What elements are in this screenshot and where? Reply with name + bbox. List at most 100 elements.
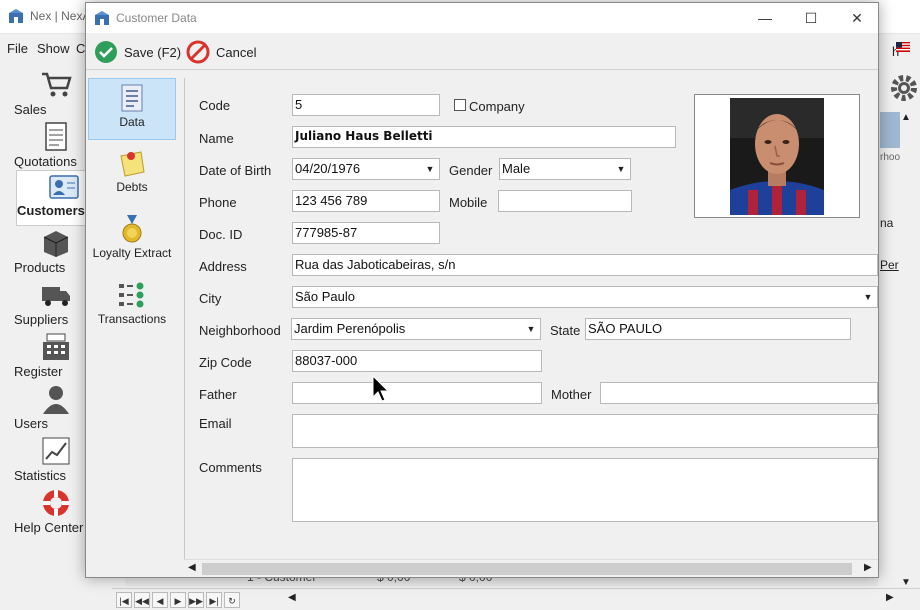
customer-data-dialog: Customer Data — ☐ ✕ Save (F2) Cancel Dat… — [85, 2, 879, 578]
nav-item-data[interactable]: Data — [88, 78, 176, 140]
customer-portrait — [730, 98, 824, 215]
name-label: Name — [199, 131, 234, 146]
cash-register-icon — [43, 333, 69, 360]
customer-card-icon — [49, 175, 79, 199]
lifebuoy-icon — [43, 490, 69, 516]
mother-field[interactable] — [600, 382, 878, 404]
mobile-field[interactable] — [498, 190, 632, 212]
nav-label: Debts — [116, 180, 148, 194]
scroll-right-arrow[interactable]: ▶ — [886, 592, 894, 603]
scroll-down-arrow[interactable]: ▼ — [901, 577, 911, 588]
mother-label: Mother — [551, 387, 592, 402]
gender-label: Gender — [449, 163, 493, 178]
last-record-button[interactable]: ▶| — [206, 592, 222, 608]
customer-photo[interactable] — [694, 94, 860, 218]
next-page-button[interactable]: ▶▶ — [188, 592, 204, 608]
sidebar-label: Register — [14, 364, 63, 379]
chevron-down-icon[interactable]: ▼ — [423, 161, 437, 177]
city-label: City — [199, 291, 222, 306]
father-label: Father — [199, 387, 237, 402]
record-navigator: |◀ ◀◀ ◀ ▶ ▶▶ ▶| ↻ ◀ ▶ — [112, 588, 920, 610]
prev-record-button[interactable]: ◀ — [152, 592, 168, 608]
phone-label: Phone — [199, 195, 237, 210]
dialog-nav: Data Debts Loyalty Extract Transactions — [86, 78, 184, 578]
zip-field[interactable]: 88037-000 — [292, 350, 542, 372]
cancel-button-label: Cancel — [216, 44, 257, 60]
truck-icon — [42, 287, 70, 306]
nav-item-loyalty-extract[interactable]: Loyalty Extract — [88, 210, 176, 272]
city-value: São Paulo — [295, 289, 355, 304]
nav-label: Loyalty Extract — [92, 246, 172, 260]
neighborhood-label: Neighborhood — [199, 323, 281, 338]
nav-label: Transactions — [97, 312, 167, 326]
scrollbar-thumb[interactable] — [202, 563, 852, 575]
box-icon — [43, 231, 69, 257]
scroll-left-arrow[interactable]: ◀ — [288, 592, 296, 603]
company-label: Company — [469, 99, 525, 114]
chevron-down-icon[interactable]: ▼ — [614, 161, 628, 177]
menu-partial[interactable]: C — [76, 41, 85, 56]
nav-label: Data — [119, 115, 145, 129]
state-field[interactable]: SÃO PAULO — [585, 318, 851, 340]
mobile-label: Mobile — [449, 195, 488, 210]
address-label: Address — [199, 259, 247, 274]
email-field[interactable] — [292, 414, 878, 448]
sidebar-label: Statistics — [14, 468, 67, 483]
sidebar-label: Customers — [17, 203, 85, 218]
gender-value: Male — [502, 161, 531, 176]
sidebar-label: Products — [14, 260, 66, 275]
name-field[interactable]: Juliano Haus Belletti — [292, 126, 676, 148]
mouse-cursor-icon — [372, 375, 390, 402]
maximize-button[interactable]: ☐ — [788, 3, 834, 33]
sidebar-label: Quotations — [14, 154, 77, 169]
main-right-strip: h rhoo na Per — [878, 44, 920, 602]
dialog-titlebar[interactable]: Customer Data — ☐ ✕ — [86, 3, 878, 33]
menu-show[interactable]: Show — [37, 41, 70, 56]
cell-partial-per: Per — [880, 258, 899, 272]
first-record-button[interactable]: |◀ — [116, 592, 132, 608]
scroll-left-arrow[interactable]: ◀ — [188, 562, 196, 573]
cart-icon — [42, 72, 72, 97]
gender-select[interactable]: Male ▼ — [499, 158, 631, 180]
email-label: Email — [199, 416, 232, 431]
chevron-down-icon[interactable]: ▼ — [524, 321, 538, 337]
cancel-button[interactable]: Cancel — [186, 38, 256, 66]
prev-page-button[interactable]: ◀◀ — [134, 592, 150, 608]
scroll-right-arrow[interactable]: ▶ — [864, 562, 872, 573]
document-icon — [45, 122, 67, 151]
phone-field[interactable]: 123 456 789 — [292, 190, 440, 212]
us-flag-icon[interactable] — [896, 42, 910, 52]
scroll-up-arrow[interactable]: ▲ — [901, 112, 911, 123]
app-logo-icon — [9, 9, 23, 23]
neighborhood-select[interactable]: Jardim Perenópolis ▼ — [291, 318, 541, 340]
comments-label: Comments — [199, 460, 262, 475]
next-record-button[interactable]: ▶ — [170, 592, 186, 608]
address-field[interactable]: Rua das Jaboticabeiras, s/n — [292, 254, 878, 276]
refresh-button[interactable]: ↻ — [224, 592, 240, 608]
chevron-down-icon[interactable]: ▼ — [861, 289, 875, 305]
nav-item-transactions[interactable]: Transactions — [88, 276, 176, 338]
company-checkbox[interactable] — [454, 99, 466, 111]
minimize-button[interactable]: — — [742, 3, 788, 33]
dob-value: 04/20/1976 — [295, 161, 361, 176]
state-label: State — [550, 323, 581, 338]
comments-textarea[interactable] — [292, 458, 878, 522]
menu-file[interactable]: File — [7, 41, 28, 56]
nav-item-debts[interactable]: Debts — [88, 144, 176, 206]
neighborhood-value: Jardim Perenópolis — [294, 321, 406, 336]
close-button[interactable]: ✕ — [834, 3, 880, 33]
horizontal-scrollbar[interactable]: ◀ ▶ — [184, 559, 878, 577]
dob-picker[interactable]: 04/20/1976 ▼ — [292, 158, 440, 180]
note-pin-icon — [120, 151, 145, 177]
city-select[interactable]: São Paulo ▼ — [292, 286, 878, 308]
gear-icon[interactable] — [888, 72, 920, 104]
medal-icon — [122, 215, 142, 243]
dialog-toolbar: Save (F2) Cancel — [86, 34, 878, 70]
save-button[interactable]: Save (F2) — [94, 38, 181, 66]
father-field[interactable] — [292, 382, 542, 404]
dialog-title: Customer Data — [116, 11, 197, 25]
docid-label: Doc. ID — [199, 227, 243, 242]
docid-field[interactable]: 777985-87 — [292, 222, 440, 244]
cancel-icon — [186, 40, 210, 64]
code-field[interactable]: 5 — [292, 94, 440, 116]
